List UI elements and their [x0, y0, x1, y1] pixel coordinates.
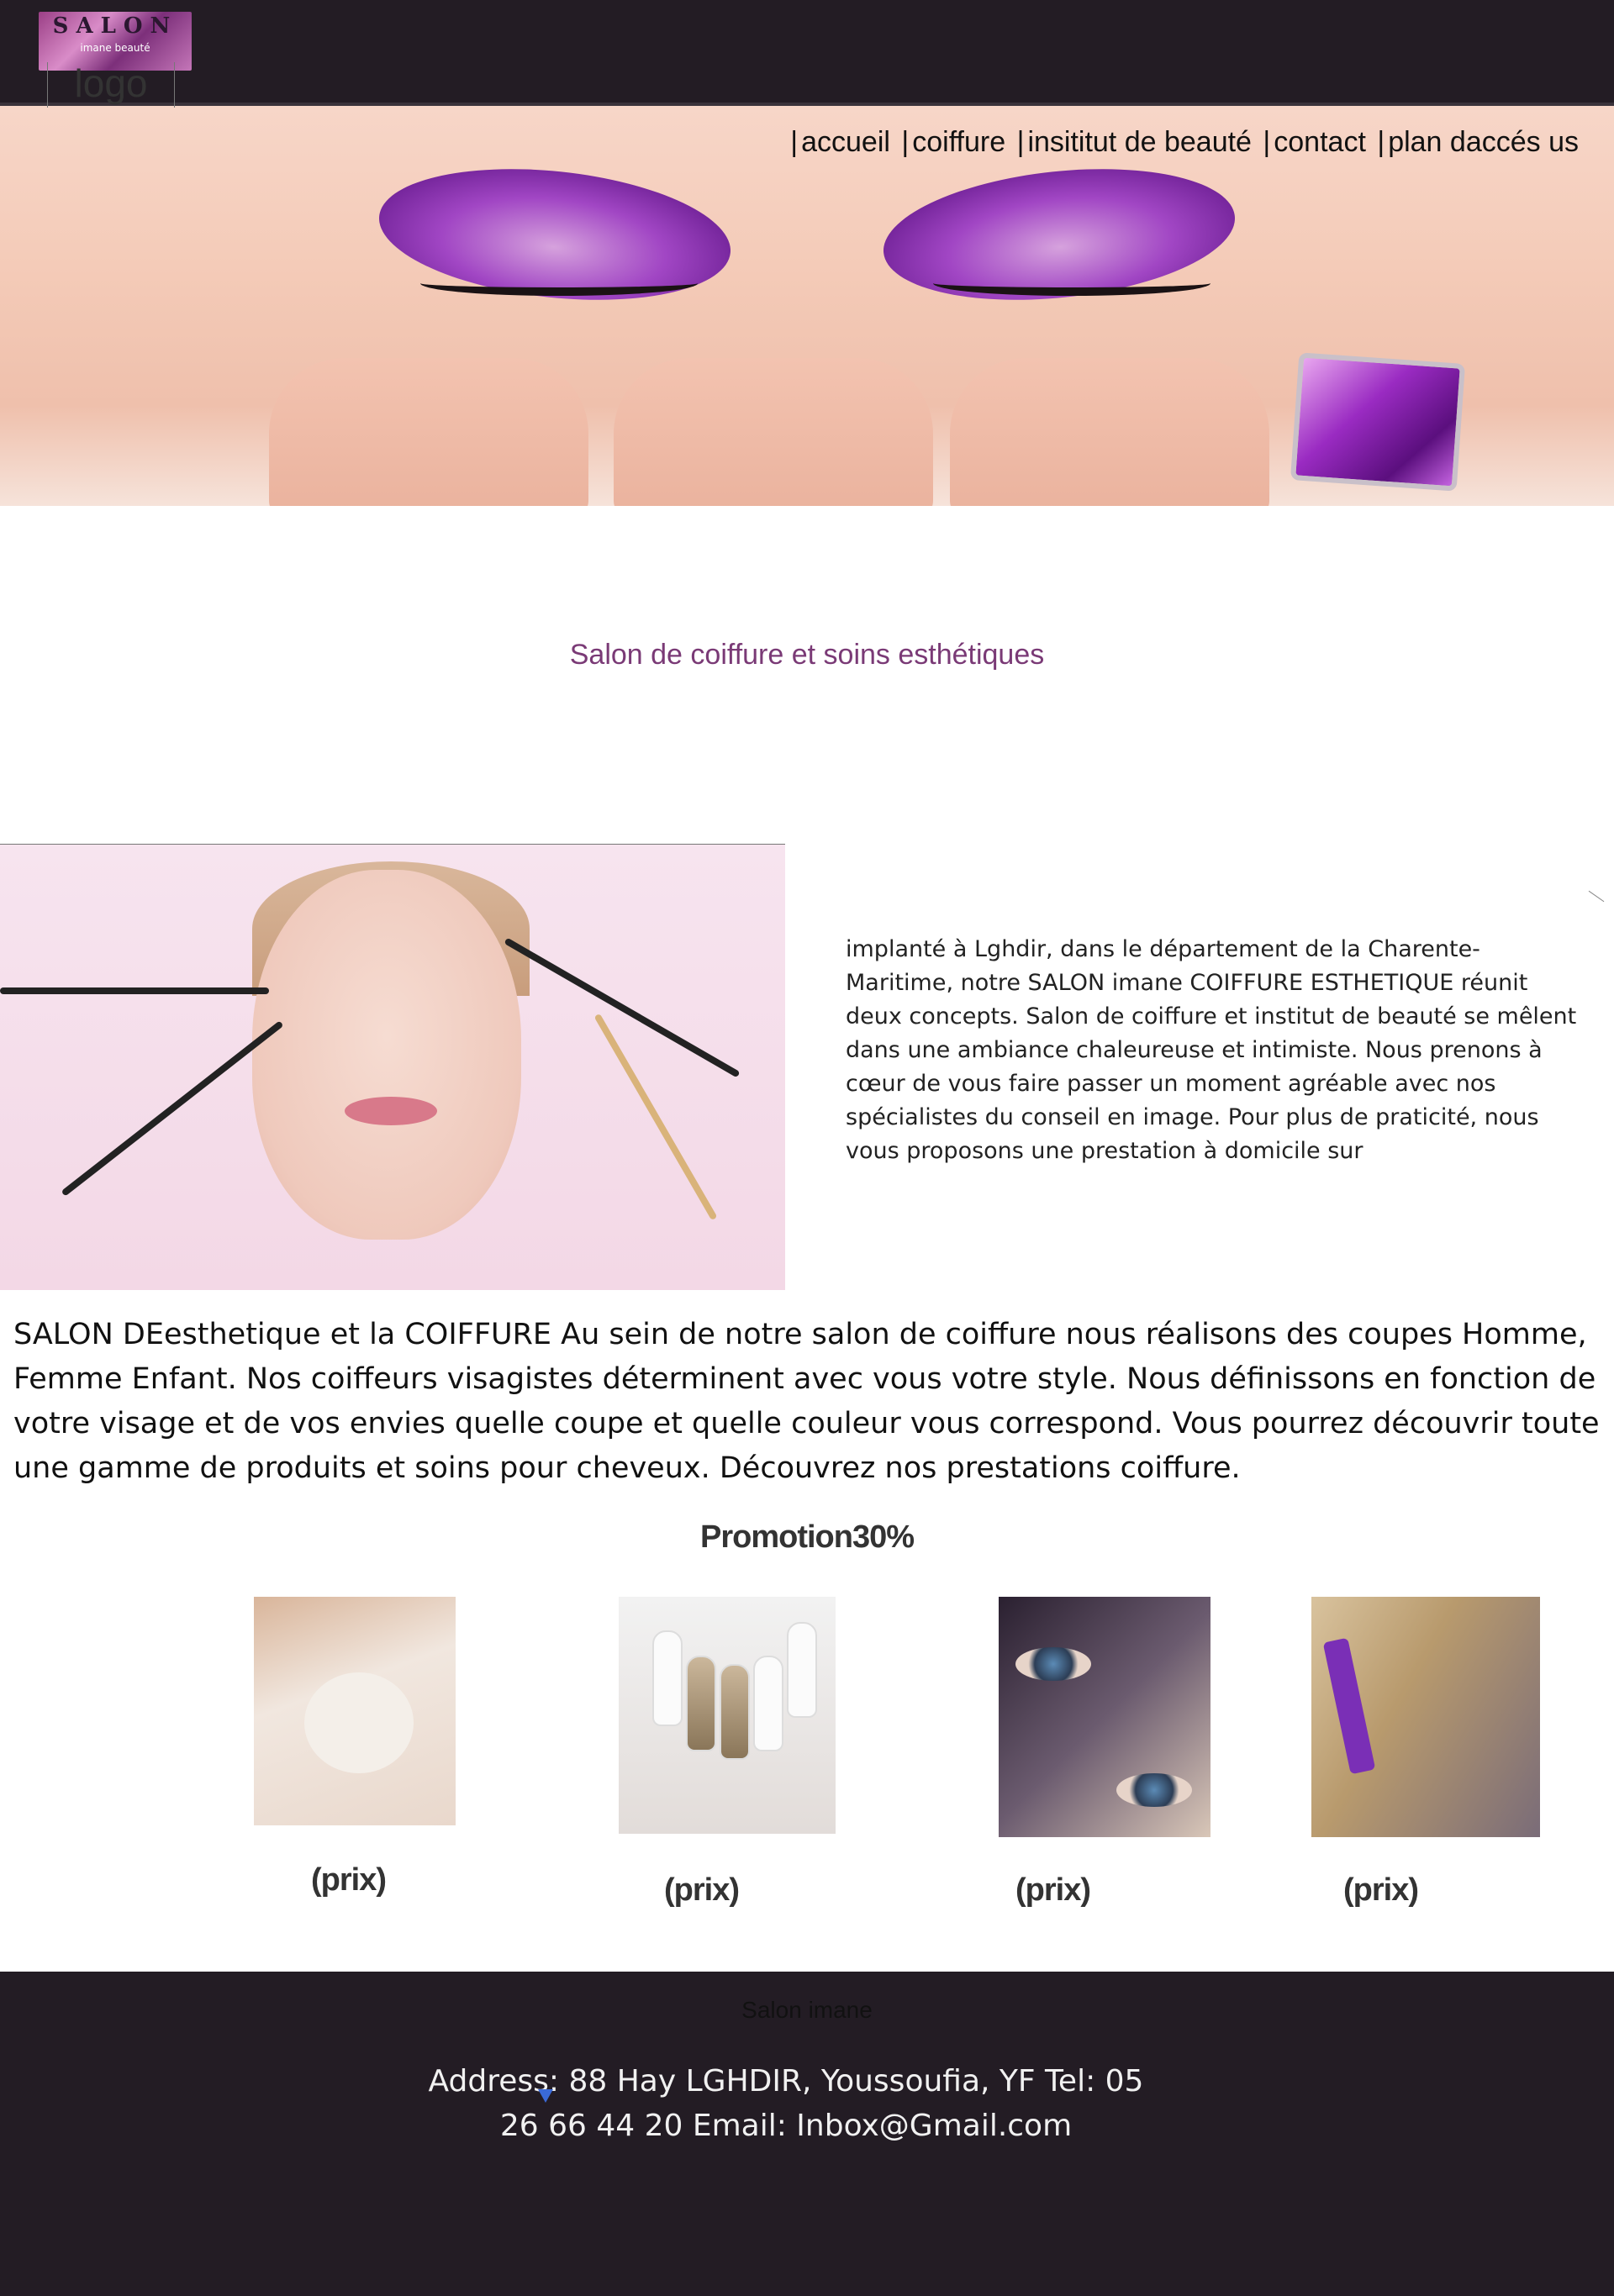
eye — [1116, 1773, 1192, 1807]
face-mask — [304, 1672, 414, 1773]
brush — [593, 1013, 718, 1221]
nail — [686, 1656, 716, 1751]
eyelash-left — [420, 271, 698, 296]
brush — [61, 1020, 284, 1197]
finger — [950, 358, 1269, 506]
nail — [753, 1656, 783, 1751]
hero-banner-image — [0, 106, 1614, 506]
nav-separator: | — [790, 126, 799, 158]
eyelash-right — [933, 271, 1210, 296]
promo-image-nails[interactable] — [619, 1597, 836, 1834]
nav-contact[interactable]: contact — [1274, 126, 1366, 158]
cursor-icon — [538, 2089, 553, 2103]
eye — [1015, 1647, 1091, 1681]
ring-gem — [1290, 352, 1466, 492]
nav-coiffure[interactable]: coiffure — [912, 126, 1005, 158]
promo-price: (prix) — [664, 1872, 740, 1908]
main-nav: | accueil | coiffure | insititut de beauté … — [787, 126, 1579, 159]
hair-clip — [1322, 1637, 1376, 1775]
nav-plan-acces[interactable]: plan daccés us — [1388, 126, 1579, 158]
nav-institut[interactable]: insititut de beauté — [1027, 126, 1252, 158]
nail — [787, 1622, 817, 1718]
finger — [614, 358, 933, 506]
promo-image-facial[interactable] — [254, 1597, 456, 1825]
face — [252, 870, 521, 1240]
page-subtitle: Salon de coiffure et soins esthétiques — [569, 639, 1045, 671]
footer-salon-name: Salon imane — [741, 1997, 873, 2023]
promo-image-eye-makeup[interactable] — [999, 1597, 1210, 1837]
promo-price: (prix) — [311, 1862, 387, 1898]
logo-subtitle: imane beauté — [80, 42, 150, 54]
promo-price: (prix) — [1343, 1872, 1419, 1908]
nav-separator: | — [1377, 126, 1385, 158]
finger — [269, 358, 588, 506]
top-bar: SALON imane beauté — [0, 0, 1614, 106]
nail — [652, 1630, 683, 1726]
nav-accueil[interactable]: accueil — [801, 126, 890, 158]
logo-title: SALON — [52, 13, 178, 39]
nail — [720, 1664, 750, 1760]
nav-separator: | — [1263, 126, 1271, 158]
intro-text: implanté à Lghdir, dans le département d… — [846, 936, 1577, 1164]
decorative-line — [1588, 890, 1605, 903]
promo-image-hair-coloring[interactable] — [1311, 1597, 1540, 1837]
makeup-photo — [0, 844, 785, 1290]
brush — [0, 987, 269, 994]
logo-placeholder[interactable]: logo — [47, 62, 175, 108]
footer-address: Address: 88 Hay LGHDIR, Youssoufia, YF T… — [428, 2064, 1144, 2143]
description-text: SALON DEesthetique et la COIFFURE Au sei… — [13, 1318, 1600, 1485]
nav-separator: | — [1016, 126, 1025, 158]
promotion-title: Promotion30% — [699, 1519, 915, 1555]
nav-separator: | — [901, 126, 910, 158]
promo-price: (prix) — [1015, 1872, 1091, 1908]
lips — [345, 1097, 437, 1125]
